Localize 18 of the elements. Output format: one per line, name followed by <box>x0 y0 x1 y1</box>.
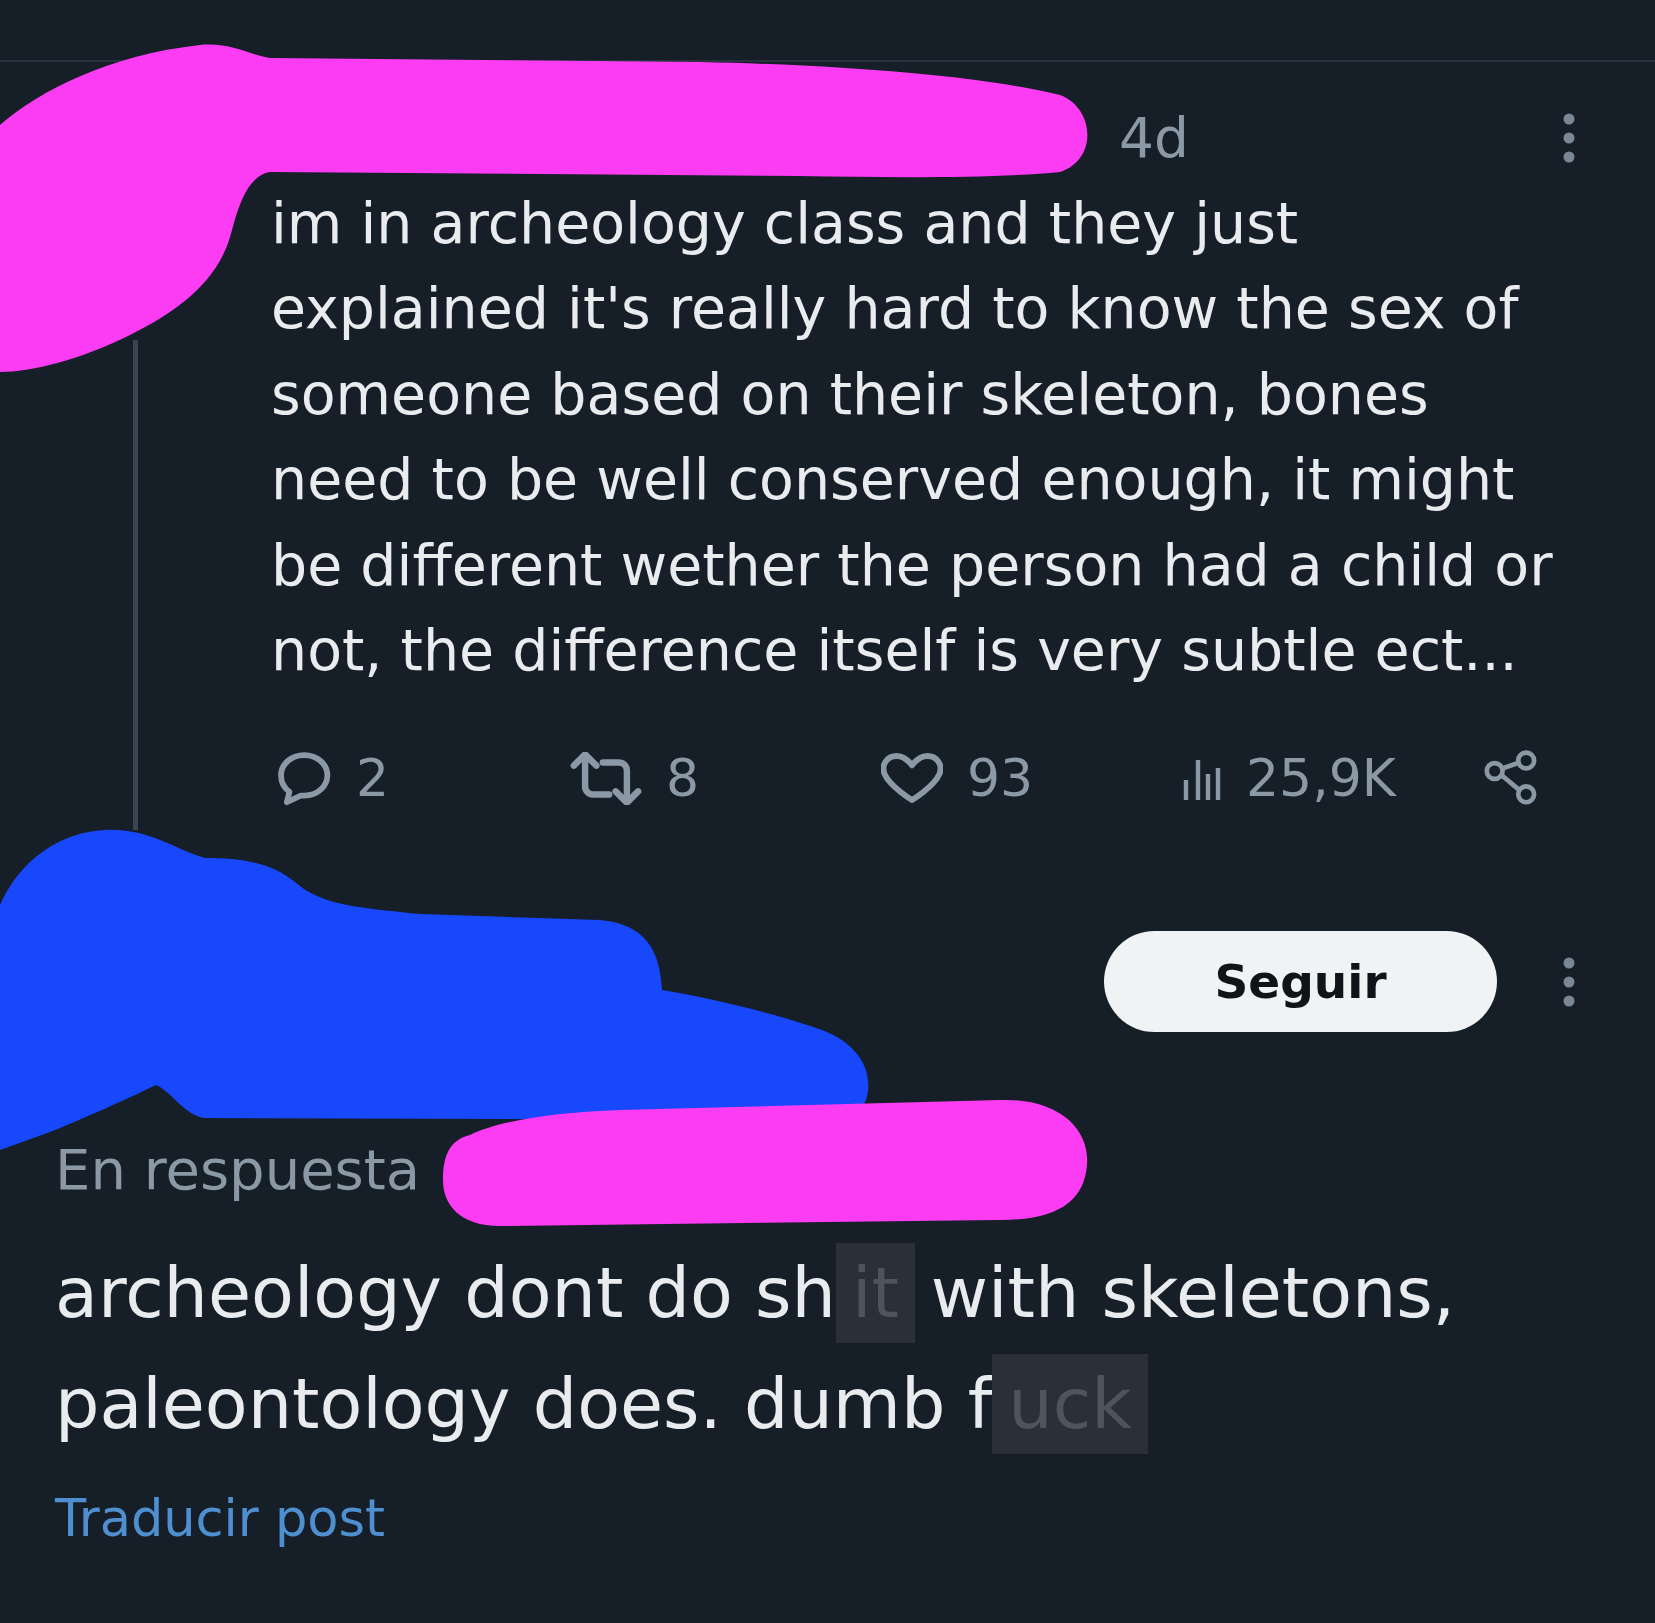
heart-icon <box>881 753 943 804</box>
views-button[interactable]: 25,9K <box>1182 748 1396 809</box>
reply-text: archeology dont do sh <box>55 1251 836 1334</box>
more-icon[interactable] <box>1563 113 1575 163</box>
loop-arrows-icon <box>570 751 642 805</box>
like-button[interactable]: 93 <box>881 748 1034 809</box>
post-time: 4d <box>1119 110 1189 166</box>
reply-text: paleontology does. dumb f <box>55 1362 993 1445</box>
post-text: im in archeology class and they just explained it's really hard to know the sex of someone based on their skeleton, bones need to be well conserved enough, it might be different wether the person had a child or not, the difference itself is very subtle ect... <box>271 189 1554 686</box>
follow-button[interactable]: Seguir <box>1104 931 1497 1033</box>
more-icon[interactable] <box>1563 956 1575 1007</box>
reply-button[interactable]: 2 <box>277 748 390 809</box>
repost-button[interactable]: 8 <box>570 748 700 809</box>
reply-text: with skeletons, <box>930 1251 1456 1334</box>
translate-link[interactable]: Traducir post <box>55 1488 386 1551</box>
share-icon[interactable] <box>1483 750 1539 807</box>
speech-bubble-icon <box>277 750 332 806</box>
reply-context: En respuesta <box>55 1138 421 1203</box>
